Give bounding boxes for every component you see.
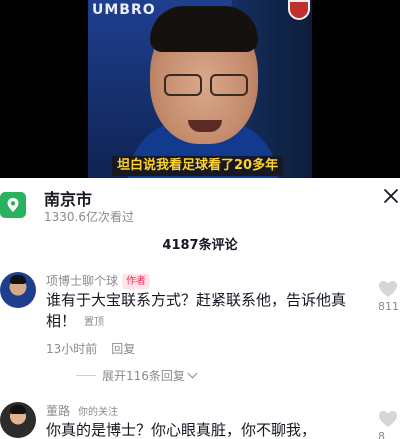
location-bar[interactable]: 南京市 1330.6亿次看过 [0,178,400,228]
location-views: 1330.6亿次看过 [44,210,134,224]
video-subtitle: 坦白说我看足球看了20多年 [112,156,284,176]
comment-author-name[interactable]: 项博士聊个球 [46,274,118,288]
comment-author-row: 董路 你的关注 [46,402,118,419]
like-button[interactable]: 8 [378,410,400,439]
heart-icon [379,281,397,297]
expand-replies-label: 展开116条回复 [102,369,185,383]
comment-author-row: 项博士聊个球 作者 [46,272,151,289]
close-icon[interactable] [383,188,399,204]
chevron-down-icon [187,368,198,379]
video-player[interactable]: UMBRO 坦白说我看足球看了20多年 [0,0,400,178]
avatar[interactable] [0,402,36,438]
like-button[interactable]: 811 [378,280,400,313]
comment-text[interactable]: 谁有于大宝联系方式？赶紧联系他，告诉他真相！ 置顶 [46,290,372,333]
comment-item: 董路 你的关注 你真的是博士？你心眼真脏，你不聊我， 8 [0,400,400,439]
heart-icon [379,411,397,427]
video-frame: UMBRO [88,0,312,178]
shirt-brand-logo: UMBRO [92,2,156,18]
like-count: 811 [378,300,399,313]
comment-time: 13小时前 [46,342,98,356]
expand-replies-button[interactable]: 展开116条回复 [76,367,198,384]
divider [76,375,96,376]
comment-text[interactable]: 你真的是博士？你心眼真脏，你不聊我， [46,420,372,439]
reply-button[interactable]: 回复 [111,342,135,356]
comment-item: 项博士聊个球 作者 谁有于大宝联系方式？赶紧联系他，告诉他真相！ 置顶 13小时前回… [0,270,400,366]
comment-meta: 13小时前 回复 [46,340,135,357]
like-count: 8 [378,430,385,439]
comment-author-name[interactable]: 董路 [46,404,70,418]
author-badge: 作者 [122,274,151,289]
following-note: 你的关注 [78,407,119,418]
location-pin-icon [0,192,26,218]
avatar[interactable] [0,272,36,308]
comment-count: 4187条评论 [162,238,238,253]
location-title[interactable]: 南京市 [44,186,92,210]
pinned-label: 置顶 [84,317,105,328]
